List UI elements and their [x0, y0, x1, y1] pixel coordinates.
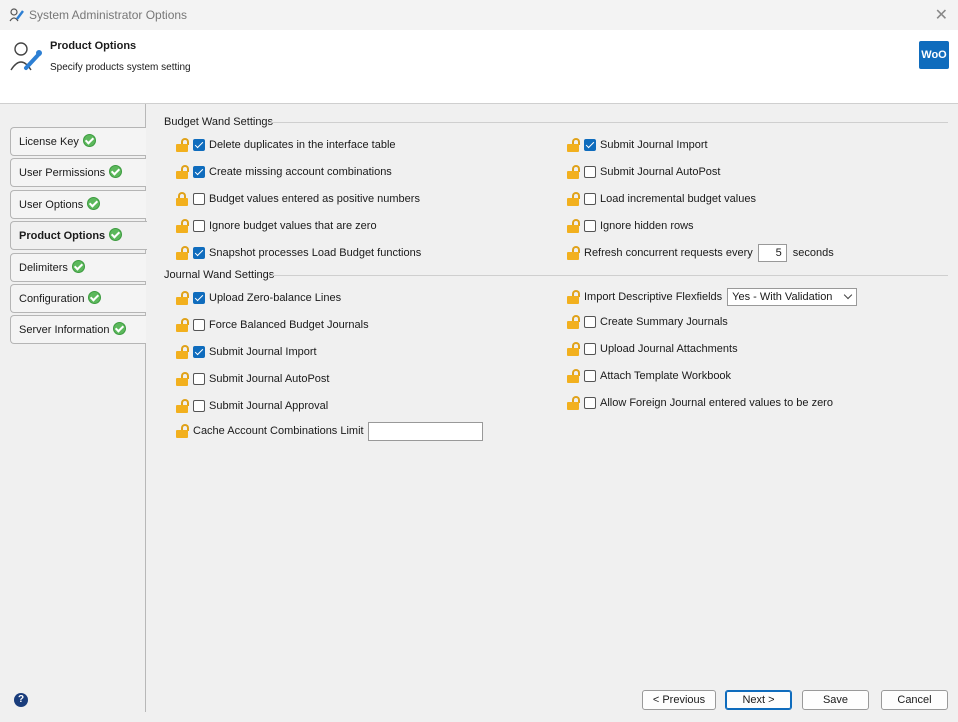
page-subtitle: Specify products system setting: [50, 62, 191, 73]
option-row[interactable]: Upload Zero-balance Lines: [176, 290, 341, 306]
option-row[interactable]: Allow Foreign Journal entered values to …: [567, 395, 833, 411]
section-divider: [268, 275, 948, 276]
lock-open-icon[interactable]: [176, 165, 189, 179]
refresh-seconds-input[interactable]: 5: [757, 244, 787, 262]
checkbox[interactable]: [584, 220, 596, 232]
lock-open-icon[interactable]: [567, 138, 580, 152]
option-row[interactable]: Delete duplicates in the interface table: [176, 137, 396, 153]
check-circle-icon: [82, 134, 96, 147]
option-row[interactable]: Create missing account combinations: [176, 164, 392, 180]
lock-open-icon[interactable]: [567, 369, 580, 383]
checkbox[interactable]: [584, 316, 596, 328]
option-row[interactable]: Create Summary Journals: [567, 314, 728, 330]
user-wrench-icon: [10, 42, 42, 71]
checkbox[interactable]: [584, 139, 596, 151]
lock-open-icon[interactable]: [176, 219, 189, 233]
wrench-user-icon: [9, 8, 24, 22]
option-row[interactable]: Snapshot processes Load Budget functions: [176, 245, 421, 261]
checkbox[interactable]: [193, 247, 205, 259]
page-title: Product Options: [50, 40, 137, 52]
option-row[interactable]: Submit Journal AutoPost: [176, 371, 329, 387]
window-title: System Administrator Options: [29, 8, 188, 22]
cache-limit-row: Cache Account Combinations Limit: [176, 421, 483, 441]
check-circle-icon: [87, 197, 101, 210]
option-row[interactable]: Attach Template Workbook: [567, 368, 731, 384]
checkbox[interactable]: [193, 139, 205, 151]
check-circle-icon: [109, 228, 123, 241]
option-row[interactable]: Submit Journal Import: [176, 344, 317, 360]
chevron-down-icon: [843, 290, 853, 300]
checkbox[interactable]: [193, 220, 205, 232]
option-row[interactable]: Submit Journal Import: [567, 137, 708, 153]
checkbox[interactable]: [193, 373, 205, 385]
check-circle-icon: [88, 291, 102, 304]
option-row[interactable]: Ignore budget values that are zero: [176, 218, 377, 234]
lock-open-icon[interactable]: [567, 396, 580, 410]
option-row[interactable]: Ignore hidden rows: [567, 218, 694, 234]
lock-open-icon[interactable]: [567, 342, 580, 356]
lock-open-icon[interactable]: [567, 246, 580, 260]
checkbox[interactable]: [584, 397, 596, 409]
save-button[interactable]: Save: [802, 690, 869, 710]
lock-open-icon[interactable]: [567, 219, 580, 233]
flexfields-select[interactable]: Yes - With Validation: [727, 288, 858, 306]
flexfields-row: Import Descriptive Flexfields Yes - With …: [567, 288, 858, 306]
option-row[interactable]: Submit Journal Approval: [176, 398, 328, 414]
product-logo: WoO: [919, 41, 949, 69]
close-icon[interactable]: ✕: [935, 5, 948, 25]
lock-open-icon[interactable]: [176, 345, 189, 359]
lock-open-icon[interactable]: [176, 246, 189, 260]
lock-open-icon[interactable]: [176, 138, 189, 152]
checkbox[interactable]: [193, 400, 205, 412]
tab-license-key[interactable]: License Key: [10, 127, 146, 156]
journal-section-heading: Journal Wand Settings: [164, 269, 948, 283]
tab-delimiters[interactable]: Delimiters: [10, 253, 146, 282]
checkbox[interactable]: [584, 193, 596, 205]
lock-icon[interactable]: [176, 192, 188, 206]
next-button[interactable]: Next >: [725, 690, 792, 710]
checkbox[interactable]: [193, 193, 205, 205]
checkbox[interactable]: [584, 370, 596, 382]
option-row[interactable]: Force Balanced Budget Journals: [176, 317, 369, 333]
tab-configuration[interactable]: Configuration: [10, 284, 146, 313]
lock-open-icon[interactable]: [567, 192, 580, 206]
check-circle-icon: [113, 322, 127, 335]
option-row[interactable]: Submit Journal AutoPost: [567, 164, 720, 180]
sidebar: License Key User Permissions User Option…: [0, 104, 147, 712]
option-row[interactable]: Load incremental budget values: [567, 191, 756, 207]
budget-section-heading: Budget Wand Settings: [164, 116, 948, 130]
tab-server-information[interactable]: Server Information: [10, 315, 146, 344]
lock-open-icon[interactable]: [176, 291, 189, 305]
lock-open-icon[interactable]: [176, 399, 189, 413]
checkbox[interactable]: [193, 319, 205, 331]
lock-open-icon[interactable]: [176, 424, 189, 438]
tab-product-options[interactable]: Product Options: [10, 221, 147, 250]
check-circle-icon: [71, 260, 85, 273]
cache-limit-input[interactable]: [367, 421, 483, 441]
previous-button[interactable]: < Previous: [642, 690, 716, 710]
lock-open-icon[interactable]: [176, 318, 189, 332]
section-divider: [268, 122, 948, 123]
lock-open-icon[interactable]: [176, 372, 189, 386]
cancel-button[interactable]: Cancel: [881, 690, 948, 710]
checkbox[interactable]: [584, 343, 596, 355]
option-row[interactable]: Upload Journal Attachments: [567, 341, 738, 357]
checkbox[interactable]: [584, 166, 596, 178]
option-row[interactable]: Budget values entered as positive number…: [176, 191, 420, 207]
tab-user-permissions[interactable]: User Permissions: [10, 158, 146, 187]
title-bar: System Administrator Options ✕: [0, 0, 958, 30]
check-circle-icon: [109, 165, 123, 178]
checkbox[interactable]: [193, 166, 205, 178]
refresh-interval-row: Refresh concurrent requests every 5 second…: [567, 244, 834, 262]
lock-open-icon[interactable]: [567, 315, 580, 329]
help-icon[interactable]: ?: [14, 693, 28, 707]
tab-user-options[interactable]: User Options: [10, 190, 146, 219]
header-panel: Product Options Specify products system …: [0, 30, 958, 104]
lock-open-icon[interactable]: [567, 165, 580, 179]
lock-open-icon[interactable]: [567, 290, 580, 304]
checkbox[interactable]: [193, 292, 205, 304]
checkbox[interactable]: [193, 346, 205, 358]
